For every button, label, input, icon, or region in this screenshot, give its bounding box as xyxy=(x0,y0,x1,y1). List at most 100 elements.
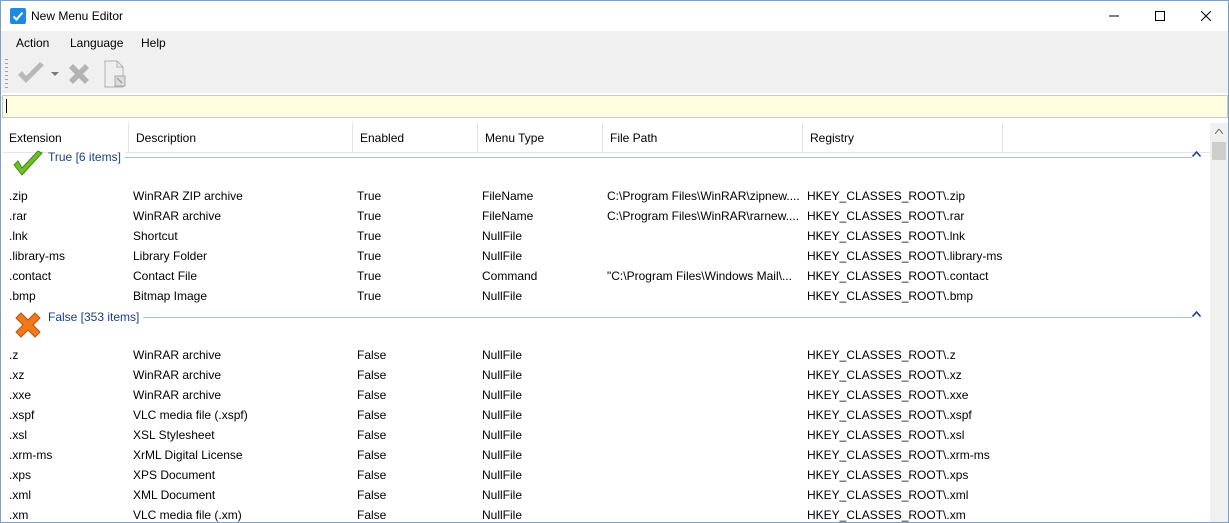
cell-enabled: False xyxy=(357,408,387,422)
cell-enabled: False xyxy=(357,368,387,382)
cell-enabled: True xyxy=(357,209,382,223)
cell-enabled: False xyxy=(357,388,387,402)
collapse-chevron-icon[interactable] xyxy=(1191,309,1202,320)
table-row[interactable]: .xps XPS Document False NullFile HKEY_CLASSE… xyxy=(2,465,1210,485)
vertical-scrollbar[interactable] xyxy=(1210,123,1228,522)
cell-menu-type: NullFile xyxy=(482,408,523,422)
cell-description: Bitmap Image xyxy=(133,289,208,303)
menu-bar: Action Language Help xyxy=(1,31,1228,55)
cell-extension: .lnk xyxy=(9,229,28,243)
cell-menu-type: FileName xyxy=(482,209,534,223)
table-row[interactable]: .contact Contact File True Command "C:\Progr… xyxy=(2,266,1210,286)
cell-registry: HKEY_CLASSES_ROOT\.xrm-ms xyxy=(807,448,990,462)
cell-enabled: True xyxy=(357,189,382,203)
cell-file-path xyxy=(607,226,805,246)
cell-description: Library Folder xyxy=(133,249,208,263)
cell-registry: HKEY_CLASSES_ROOT\.contact xyxy=(807,269,989,283)
cell-registry: HKEY_CLASSES_ROOT\.bmp xyxy=(807,289,974,303)
cell-file-path xyxy=(607,485,805,505)
title-bar: New Menu Editor xyxy=(1,1,1228,31)
cell-file-path: C:\Program Files\WinRAR\zipnew.... xyxy=(607,189,800,203)
app-window: New Menu Editor Action Language Help Ext… xyxy=(0,0,1229,523)
cell-description: WinRAR archive xyxy=(133,209,222,223)
cell-description: VLC media file (.xspf) xyxy=(133,408,248,422)
cell-enabled: True xyxy=(357,289,382,303)
cell-extension: .contact xyxy=(9,269,52,283)
apply-button[interactable] xyxy=(15,58,47,90)
table-row[interactable]: .library-ms Library Folder True NullFile HKE… xyxy=(2,246,1210,266)
cell-registry: HKEY_CLASSES_ROOT\.lnk xyxy=(807,229,966,243)
cell-file-path xyxy=(607,425,805,445)
menu-help[interactable]: Help xyxy=(141,36,166,50)
cell-extension: .xrm-ms xyxy=(9,448,53,462)
cell-menu-type: NullFile xyxy=(482,388,523,402)
toolbar-grip[interactable] xyxy=(5,59,8,89)
cell-registry: HKEY_CLASSES_ROOT\.xz xyxy=(807,368,962,382)
table-row[interactable]: .zip WinRAR ZIP archive True FileName C:\Pro… xyxy=(2,186,1210,206)
cell-file-path xyxy=(607,385,805,405)
cell-registry: HKEY_CLASSES_ROOT\.xxe xyxy=(807,388,969,402)
apply-dropdown-button[interactable] xyxy=(50,58,60,90)
scroll-thumb[interactable] xyxy=(1212,142,1226,160)
table-row[interactable]: .xml XML Document False NullFile HKEY_CLASSE… xyxy=(2,485,1210,505)
group-header[interactable]: True [6 items] xyxy=(2,149,1210,179)
cell-enabled: False xyxy=(357,468,387,482)
table-row[interactable]: .xsl XSL Stylesheet False NullFile HKEY_CLAS… xyxy=(2,425,1210,445)
cell-extension: .xsl xyxy=(9,428,27,442)
maximize-icon xyxy=(1155,11,1165,21)
minimize-button[interactable] xyxy=(1091,1,1137,31)
table-row[interactable]: .xspf VLC media file (.xspf) False NullFile… xyxy=(2,405,1210,425)
table-row[interactable]: .xrm-ms XrML Digital License False NullFile… xyxy=(2,445,1210,465)
table-row[interactable]: .rar WinRAR archive True FileName C:\Program… xyxy=(2,206,1210,226)
maximize-button[interactable] xyxy=(1137,1,1183,31)
copy-button[interactable] xyxy=(100,58,130,90)
cell-enabled: False xyxy=(357,348,387,362)
cell-registry: HKEY_CLASSES_ROOT\.zip xyxy=(807,189,966,203)
menu-language[interactable]: Language xyxy=(70,36,123,50)
table-row[interactable]: .z WinRAR archive False NullFile HKEY_CLASSE… xyxy=(2,345,1210,365)
menu-action[interactable]: Action xyxy=(16,36,49,50)
cell-menu-type: NullFile xyxy=(482,508,523,522)
cell-registry: HKEY_CLASSES_ROOT\.z xyxy=(807,348,956,362)
cell-description: Contact File xyxy=(133,269,198,283)
cell-registry: HKEY_CLASSES_ROOT\.xps xyxy=(807,468,969,482)
delete-x-icon xyxy=(69,64,89,84)
cell-menu-type: NullFile xyxy=(482,229,523,243)
cell-description: WinRAR archive xyxy=(133,388,222,402)
cell-menu-type: NullFile xyxy=(482,348,523,362)
cell-file-path xyxy=(607,286,805,306)
cell-extension: .library-ms xyxy=(9,249,65,263)
cell-file-path xyxy=(607,445,805,465)
cell-menu-type: NullFile xyxy=(482,468,523,482)
group-header[interactable]: False [353 items] xyxy=(2,309,1210,339)
table-row[interactable]: .xz WinRAR archive False NullFile HKEY_CLASS… xyxy=(2,365,1210,385)
dropdown-arrow-icon xyxy=(51,72,59,76)
minimize-icon xyxy=(1109,15,1119,17)
cell-extension: .rar xyxy=(9,209,27,223)
cell-description: WinRAR archive xyxy=(133,368,222,382)
cell-file-path xyxy=(607,345,805,365)
cell-enabled: False xyxy=(357,488,387,502)
delete-button[interactable] xyxy=(63,58,95,90)
collapse-chevron-icon[interactable] xyxy=(1191,149,1202,160)
scroll-up-button[interactable] xyxy=(1210,123,1228,140)
cell-extension: .xm xyxy=(9,508,29,522)
cell-menu-type: NullFile xyxy=(482,289,523,303)
table-row[interactable]: .lnk Shortcut True NullFile HKEY_CLASSES_ROO… xyxy=(2,226,1210,246)
table-row[interactable]: .xm VLC media file (.xm) False NullFile HKEY… xyxy=(2,505,1210,522)
table-row[interactable]: .bmp Bitmap Image True NullFile HKEY_CLASSES… xyxy=(2,286,1210,306)
cell-extension: .xz xyxy=(9,368,25,382)
group-divider xyxy=(48,317,1192,318)
cell-enabled: True xyxy=(357,269,382,283)
cell-menu-type: NullFile xyxy=(482,428,523,442)
apply-check-icon xyxy=(18,62,44,83)
filter-input[interactable] xyxy=(2,95,1228,118)
close-button[interactable] xyxy=(1183,1,1228,31)
cell-registry: HKEY_CLASSES_ROOT\.rar xyxy=(807,209,965,223)
table-row[interactable]: .xxe WinRAR archive False NullFile HKEY_CLAS… xyxy=(2,385,1210,405)
app-check-icon xyxy=(10,8,26,24)
cell-description: XPS Document xyxy=(133,468,216,482)
text-caret xyxy=(6,99,7,113)
chevron-up-icon xyxy=(1215,129,1223,134)
group-divider xyxy=(48,157,1192,158)
